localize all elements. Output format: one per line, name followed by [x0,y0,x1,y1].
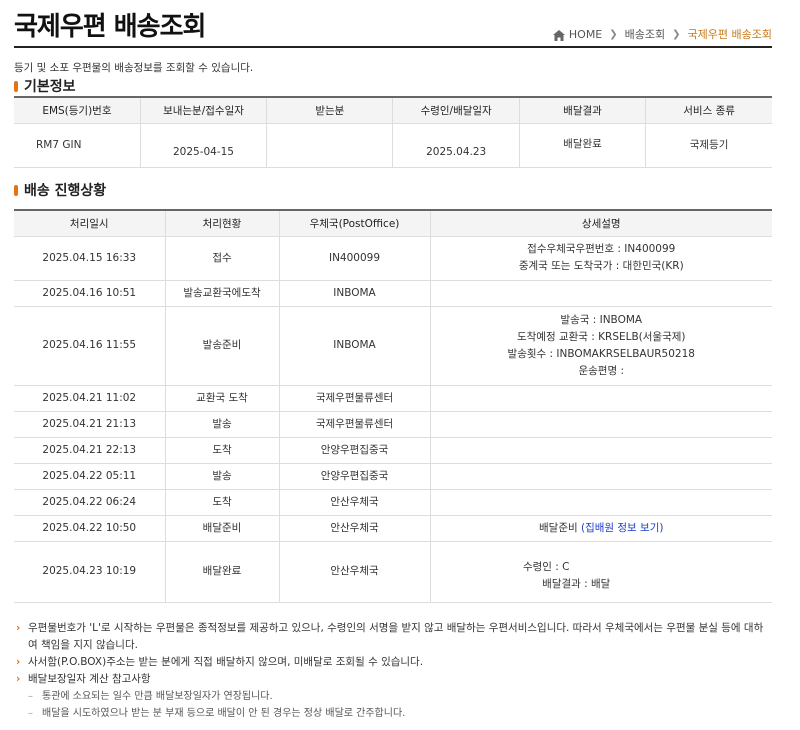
table-row: RM7 GIN 2025-04-15 2025.04.23 배달완료 국제등기 [14,123,772,168]
row-datetime: 2025.04.21 21:13 [14,411,166,438]
row-office: 국제우편물류센터 [279,385,431,412]
row-status: 발송교환국에도착 [165,280,280,307]
col-result: 배달결과 [519,96,647,124]
basic-info-heading: 기본정보 [14,76,76,96]
row-status: 도착 [165,437,280,464]
col-office: 우체국(PostOffice) [279,209,431,237]
row-detail [430,280,772,307]
row-detail [430,489,772,516]
carrier-info-link[interactable]: (집배원 정보 보기) [581,522,664,534]
col-recipient-date: 수령인/배달일자 [392,96,520,124]
row-office: INBOMA [279,306,431,386]
row-status: 발송 [165,463,280,490]
table-row: 2025.04.16 11:55 발송준비 INBOMA 발송국 : INBOM… [14,306,772,386]
col-receiver: 받는분 [266,96,394,124]
table-row: 2025.04.21 22:13 도착 안양우편집중국 [14,437,772,464]
tracking-number: RM7 GIN [14,123,141,168]
page-title: 국제우편 배송조회 [14,12,206,42]
col-status: 처리현황 [165,209,280,237]
table-row: 2025.04.22 06:24 도착 안산우체국 [14,489,772,516]
breadcrumb: HOME ❯ 배송조회 ❯ 국제우편 배송조회 [552,26,772,42]
row-status: 교환국 도착 [165,385,280,412]
row-detail [430,437,772,464]
table-row: 2025.04.15 16:33 접수 IN400099 접수우체국우편번호 :… [14,236,772,281]
table-header-row: 처리일시 처리현황 우체국(PostOffice) 상세설명 [14,209,772,237]
sent-date: 2025-04-15 [140,123,268,168]
row-datetime: 2025.04.15 16:33 [14,236,166,281]
row-detail: 발송국 : INBOMA 도착예정 교환국 : KRSELB(서울국제) 발송횟… [430,306,772,386]
progress-heading: 배송 진행상황 [14,180,106,200]
col-sender-date: 보내는분/접수일자 [140,96,268,124]
col-datetime: 처리일시 [14,209,166,237]
row-status: 발송 [165,411,280,438]
row-status: 배달준비 [165,515,280,542]
table-row: 2025.04.22 05:11 발송 안양우편집중국 [14,463,772,490]
row-detail: 수령인 : C 배달결과 : 배달 [430,541,772,603]
dash-icon: – [28,691,33,702]
progress-table: 처리일시 처리현황 우체국(PostOffice) 상세설명 2025.04.1… [14,209,772,603]
chevron-right-icon: › [16,673,21,685]
delivery-result: 배달완료 [519,123,647,168]
row-office: 안산우체국 [279,515,431,542]
row-office: 안산우체국 [279,489,431,516]
row-datetime: 2025.04.16 11:55 [14,306,166,386]
page-header: 국제우편 배송조회 HOME ❯ 배송조회 ❯ 국제우편 배송조회 [14,0,772,48]
home-icon[interactable] [552,29,565,41]
page-description: 등기 및 소포 우편물의 배송정보를 조회할 수 있습니다. [14,62,254,74]
breadcrumb-current: 국제우편 배송조회 [687,28,772,41]
col-service: 서비스 종류 [645,96,772,124]
row-detail [430,463,772,490]
row-detail: 배달준비 (집배원 정보 보기) [430,515,772,542]
row-office: 안산우체국 [279,541,431,603]
breadcrumb-home[interactable]: HOME [569,28,602,41]
row-datetime: 2025.04.21 22:13 [14,437,166,464]
breadcrumb-tracking[interactable]: 배송조회 [625,26,665,42]
row-office: IN400099 [279,236,431,281]
row-datetime: 2025.04.16 10:51 [14,280,166,307]
row-datetime: 2025.04.23 10:19 [14,541,166,603]
chevron-right-icon: › [16,622,21,634]
table-row: 2025.04.23 10:19 배달완료 안산우체국 수령인 : C 배달결과… [14,541,772,603]
chevron-right-icon: › [16,656,21,668]
dash-icon: – [28,708,33,719]
chevron-right-icon: ❯ [672,28,681,40]
notes-list: › 우편물번호가 'L'로 시작하는 우편물은 종적정보를 제공하고 있으나, 수… [14,620,772,722]
note-item: › 사서함(P.O.BOX)주소는 받는 분에게 직접 배달하지 않으며, 미배달… [14,654,772,671]
table-row: 2025.04.21 11:02 교환국 도착 국제우편물류센터 [14,385,772,412]
row-detail: 접수우체국우편번호 : IN400099 중계국 또는 도착국가 : 대한민국(… [430,236,772,281]
row-datetime: 2025.04.21 11:02 [14,385,166,412]
chevron-right-icon: ❯ [609,28,618,40]
basic-info-table: EMS(등기)번호 보내는분/접수일자 받는분 수령인/배달일자 배달결과 서비… [14,96,772,168]
row-datetime: 2025.04.22 06:24 [14,489,166,516]
service-type: 국제등기 [645,123,772,168]
row-detail [430,385,772,412]
table-row: 2025.04.22 10:50 배달준비 안산우체국 배달준비 (집배원 정보… [14,515,772,542]
row-office: 안양우편집중국 [279,463,431,490]
delivered-date: 2025.04.23 [392,123,520,168]
bullet-icon [14,184,18,196]
row-datetime: 2025.04.22 10:50 [14,515,166,542]
row-detail [430,411,772,438]
sub-note-item: – 통관에 소요되는 일수 만큼 배달보장일자가 연장됩니다. [14,688,772,705]
row-status: 도착 [165,489,280,516]
row-status: 배달완료 [165,541,280,603]
row-office: 안양우편집중국 [279,437,431,464]
note-item: › 배달보장일자 계산 참고사항 [14,671,772,688]
sub-note-item: – 배달을 시도하였으나 받는 분 부재 등으로 배달이 안 된 경우는 정상 배… [14,705,772,722]
table-row: 2025.04.21 21:13 발송 국제우편물류센터 [14,411,772,438]
receiver-name [266,123,394,168]
col-detail: 상세설명 [430,209,772,237]
row-office: INBOMA [279,280,431,307]
row-status: 접수 [165,236,280,281]
row-office: 국제우편물류센터 [279,411,431,438]
page-container: 국제우편 배송조회 HOME ❯ 배송조회 ❯ 국제우편 배송조회 등기 및 소… [14,0,772,719]
row-status: 발송준비 [165,306,280,386]
note-item: › 우편물번호가 'L'로 시작하는 우편물은 종적정보를 제공하고 있으나, 수… [16,622,764,651]
table-row: 2025.04.16 10:51 발송교환국에도착 INBOMA [14,280,772,307]
row-datetime: 2025.04.22 05:11 [14,463,166,490]
bullet-icon [14,80,18,92]
col-tracking-no: EMS(등기)번호 [14,96,141,124]
table-header-row: EMS(등기)번호 보내는분/접수일자 받는분 수령인/배달일자 배달결과 서비… [14,96,772,124]
